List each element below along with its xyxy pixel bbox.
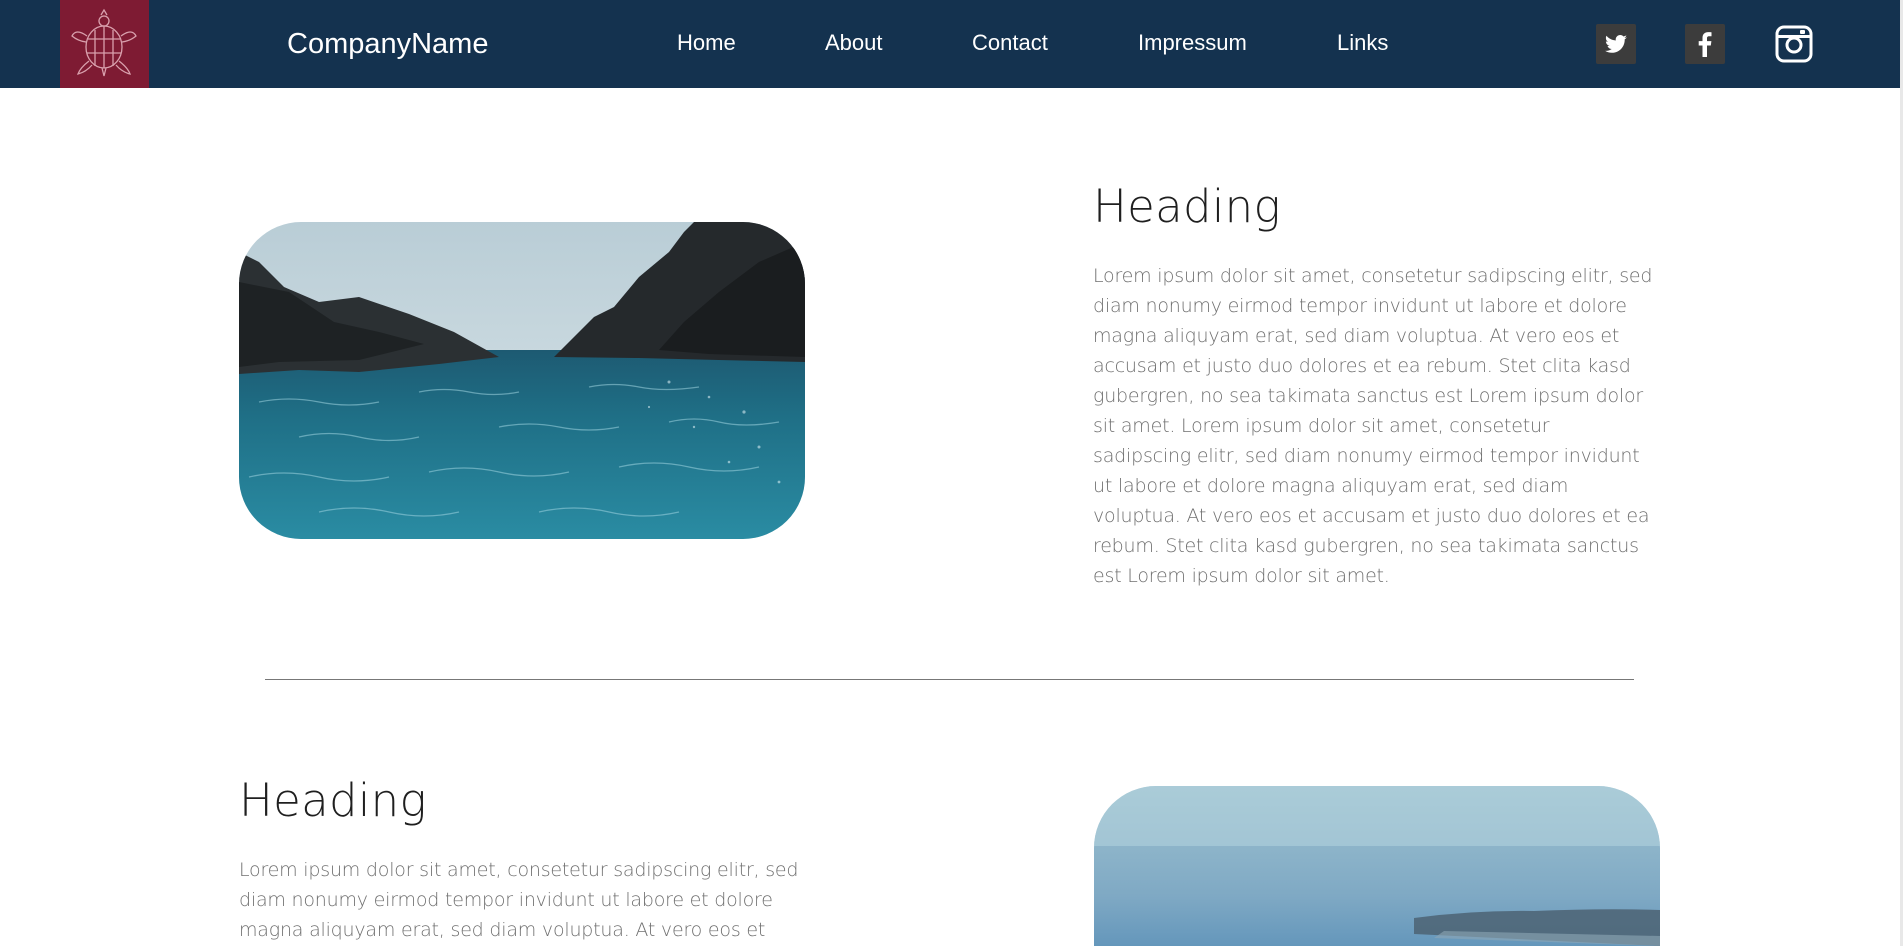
brand-name[interactable]: CompanyName	[287, 26, 488, 62]
page: CompanyName Home About Contact Impressum…	[0, 0, 1903, 946]
coastline-photo	[1094, 786, 1660, 946]
nav-item-about[interactable]: About	[825, 29, 883, 57]
section-text: Lorem ipsum dolor sit amet, consetetur s…	[239, 859, 799, 941]
section-heading: Heading	[1093, 180, 1281, 233]
sea-cliffs-photo	[239, 222, 805, 539]
turtle-icon	[71, 8, 137, 77]
twitter-icon	[1605, 35, 1627, 53]
facebook-icon	[1698, 32, 1712, 57]
nav-item-links[interactable]: Links	[1337, 29, 1388, 57]
instagram-icon	[1775, 25, 1813, 63]
facebook-link[interactable]	[1685, 24, 1725, 64]
nav-item-home[interactable]: Home	[677, 29, 736, 57]
twitter-link[interactable]	[1596, 24, 1636, 64]
section-heading: Heading	[239, 774, 427, 827]
instagram-link[interactable]	[1774, 24, 1814, 64]
nav-item-impressum[interactable]: Impressum	[1138, 29, 1247, 57]
logo[interactable]	[60, 0, 149, 88]
top-navbar: CompanyName Home About Contact Impressum…	[0, 0, 1900, 88]
section-divider	[265, 679, 1634, 680]
nav-item-contact[interactable]: Contact	[972, 29, 1048, 57]
section-text: Lorem ipsum dolor sit amet, consetetur s…	[1093, 265, 1653, 587]
